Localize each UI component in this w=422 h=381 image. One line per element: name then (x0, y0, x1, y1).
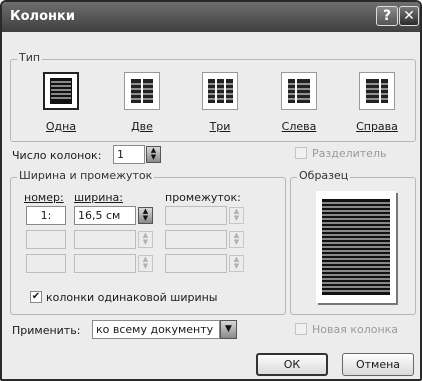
row-3-spacing-input[interactable] (165, 254, 227, 273)
two-columns-icon (131, 79, 153, 103)
preview-page (316, 191, 396, 303)
apply-select[interactable]: ко всему документу (92, 320, 220, 339)
cancel-button[interactable]: Отмена (342, 353, 414, 376)
check-icon: ✔ (31, 291, 41, 302)
row-1-spacing-input[interactable] (165, 206, 227, 225)
row-2-spacing-spinner[interactable]: ▲ ▼ (229, 231, 244, 248)
num-columns-label: Число колонок: (12, 149, 102, 162)
preset-two-label[interactable]: Две (112, 120, 172, 133)
close-button[interactable]: ✕ (399, 6, 419, 26)
preset-right[interactable] (359, 72, 395, 110)
right-narrow-column-icon (366, 79, 388, 103)
row-2-width-input[interactable] (74, 230, 136, 249)
spin-down-icon[interactable]: ▼ (230, 263, 243, 270)
spacing-header: промежуток: (165, 191, 241, 204)
one-column-icon (50, 78, 72, 104)
preset-left[interactable] (281, 72, 317, 110)
row-1-width-input[interactable]: 16,5 см (74, 206, 136, 225)
title-bar[interactable]: Колонки ? ✕ (2, 2, 420, 32)
preset-two[interactable] (124, 72, 160, 110)
row-3-number (26, 254, 66, 273)
spin-down-icon[interactable]: ▼ (139, 239, 152, 246)
preset-one[interactable] (43, 72, 79, 110)
apply-dropdown-button[interactable]: ▼ (220, 320, 237, 339)
left-narrow-column-icon (288, 79, 310, 103)
spin-down-icon[interactable]: ▼ (139, 263, 152, 270)
spin-down-icon[interactable]: ▼ (230, 239, 243, 246)
row-2-spacing-input[interactable] (165, 230, 227, 249)
equal-width-checkbox[interactable]: ✔ (30, 291, 42, 303)
apply-label: Применить: (12, 324, 81, 337)
spin-down-icon[interactable]: ▼ (230, 215, 243, 222)
chevron-down-icon: ▼ (225, 324, 232, 334)
number-header: номер: (24, 191, 64, 204)
preview-legend: Образец (297, 169, 351, 182)
preview-lines-icon (322, 199, 390, 295)
new-column-label: Новая колонка (312, 323, 399, 336)
row-3-width-spinner[interactable]: ▲ ▼ (138, 255, 153, 272)
width-spacing-legend: Ширина и промежуток (17, 169, 155, 182)
row-1-width-spinner[interactable]: ▲ ▼ (138, 207, 153, 224)
ok-button[interactable]: ОК (256, 353, 328, 376)
num-columns-spinner[interactable]: ▲ ▼ (146, 146, 161, 163)
row-3-width-input[interactable] (74, 254, 136, 273)
help-button[interactable]: ? (376, 6, 398, 26)
preset-three-label[interactable]: Три (190, 120, 250, 133)
row-3-spacing-spinner[interactable]: ▲ ▼ (229, 255, 244, 272)
spin-down-icon[interactable]: ▼ (147, 154, 160, 161)
row-2-number (26, 230, 66, 249)
dialog-title: Колонки (10, 9, 75, 24)
equal-width-label: колонки одинаковой ширины (46, 291, 218, 304)
row-1-spacing-spinner[interactable]: ▲ ▼ (229, 207, 244, 224)
num-columns-input[interactable]: 1 (113, 145, 145, 164)
separator-label: Разделитель (312, 147, 387, 160)
new-column-checkbox[interactable] (295, 323, 307, 335)
row-1-number: 1: (26, 206, 66, 225)
columns-dialog: Колонки ? ✕ Тип Одна Две Три Слева Справ… (0, 0, 422, 381)
spin-down-icon[interactable]: ▼ (139, 215, 152, 222)
type-group-legend: Тип (17, 51, 43, 64)
preset-right-label[interactable]: Справа (347, 120, 407, 133)
three-columns-icon (208, 79, 233, 103)
preset-three[interactable] (202, 72, 238, 110)
width-header: ширина: (74, 191, 123, 204)
preset-left-label[interactable]: Слева (269, 120, 329, 133)
separator-checkbox[interactable] (295, 147, 307, 159)
row-2-width-spinner[interactable]: ▲ ▼ (138, 231, 153, 248)
preset-one-label[interactable]: Одна (31, 120, 91, 133)
